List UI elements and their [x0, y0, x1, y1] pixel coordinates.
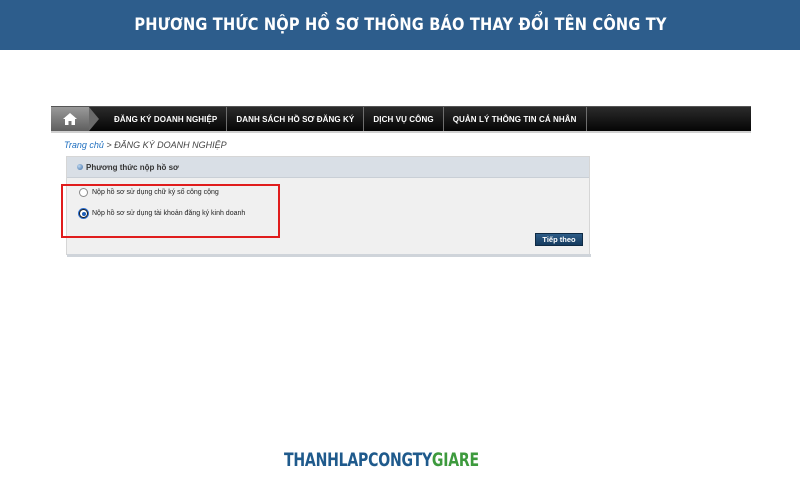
- nav-item-quan-ly-thong-tin[interactable]: QUẢN LÝ THÔNG TIN CÁ NHÂN: [444, 107, 587, 131]
- home-icon: [63, 113, 77, 125]
- breadcrumb-current: ĐĂNG KÝ DOANH NGHIỆP: [114, 140, 227, 150]
- top-navbar: ĐĂNG KÝ DOANH NGHIỆP DANH SÁCH HỒ SƠ ĐĂN…: [51, 106, 751, 131]
- banner: PHƯƠNG THỨC NỘP HỒ SƠ THÔNG BÁO THAY ĐỔI…: [0, 0, 800, 50]
- highlight-box: [61, 184, 280, 238]
- nav-item-dich-vu-cong[interactable]: DỊCH VỤ CÔNG: [364, 107, 444, 131]
- nav-item-dang-ky-doanh-nghiep[interactable]: ĐĂNG KÝ DOANH NGHIỆP: [105, 107, 228, 131]
- logo-text-part2: GIARE: [431, 449, 479, 471]
- breadcrumb-home-link[interactable]: Trang chủ: [64, 140, 104, 150]
- nav-item-danh-sach-ho-so[interactable]: DANH SÁCH HỒ SƠ ĐĂNG KÝ: [227, 107, 365, 131]
- logo-text-part1: THANHLAPCONGTY: [284, 449, 432, 471]
- home-button[interactable]: [51, 107, 99, 131]
- panel-header: Phương thức nộp hồ sơ: [67, 157, 589, 178]
- banner-title: PHƯƠNG THỨC NỘP HỒ SƠ THÔNG BÁO THAY ĐỔI…: [133, 15, 667, 35]
- breadcrumb: Trang chủ > ĐĂNG KÝ DOANH NGHIỆP: [64, 140, 227, 150]
- breadcrumb-separator: >: [103, 140, 115, 150]
- website-screenshot: ĐĂNG KÝ DOANH NGHIỆP DANH SÁCH HỒ SƠ ĐĂN…: [51, 106, 751, 414]
- logo-text: THANHLAPCONGTYGIARE: [284, 449, 479, 471]
- panel-bottom-border: [67, 254, 591, 257]
- navbar-divider: [51, 131, 751, 133]
- panel-title: Phương thức nộp hồ sơ: [86, 162, 179, 172]
- bullet-icon: [77, 164, 83, 170]
- brand-logo: THANHLAPCONGTYGIARE: [278, 430, 518, 490]
- next-button[interactable]: Tiếp theo: [535, 233, 583, 246]
